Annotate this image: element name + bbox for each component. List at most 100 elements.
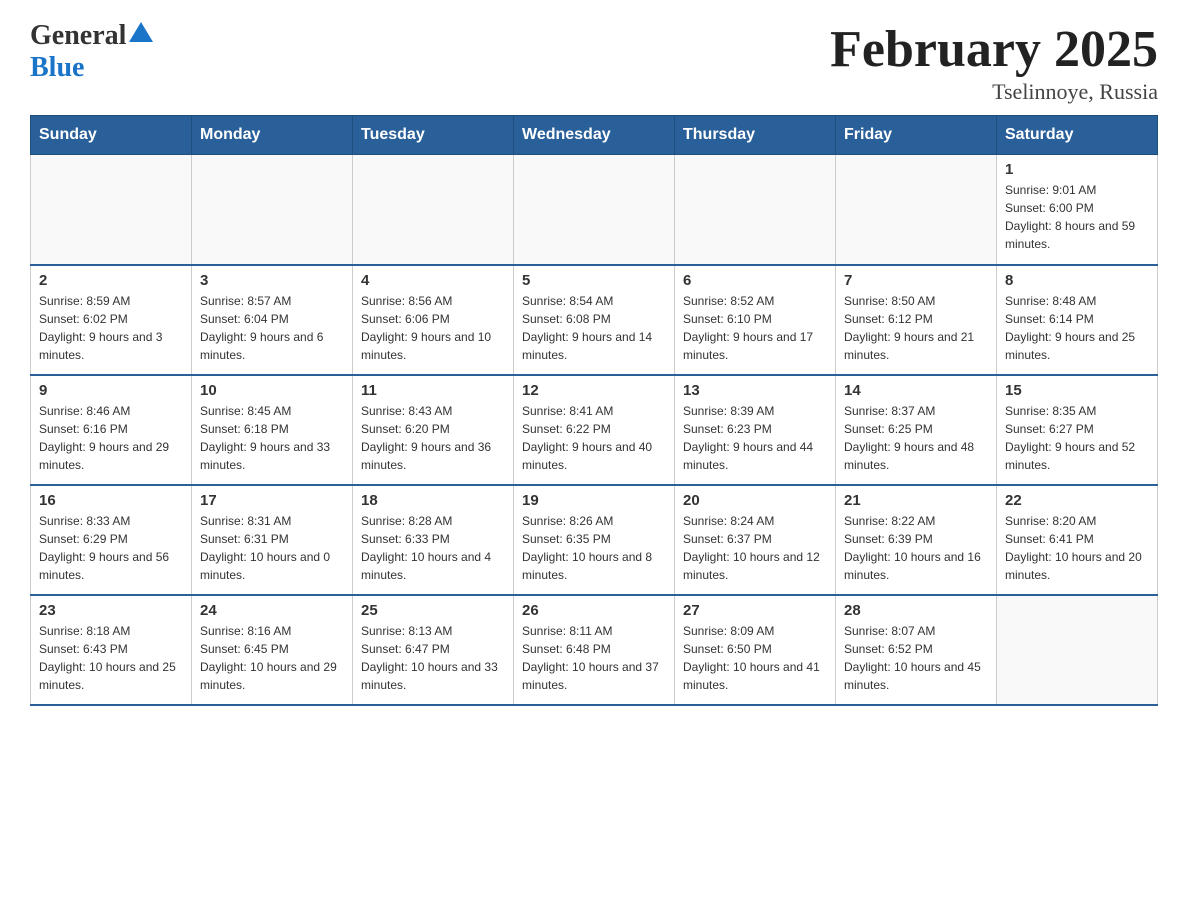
day-cell-0-5 [836,155,997,265]
day-info: Sunrise: 8:13 AM Sunset: 6:47 PM Dayligh… [361,622,505,694]
day-info: Sunrise: 8:33 AM Sunset: 6:29 PM Dayligh… [39,512,183,584]
day-cell-4-1: 24 Sunrise: 8:16 AM Sunset: 6:45 PM Dayli… [192,595,353,705]
logo-triangle-icon [129,22,153,42]
day-number: 24 [200,602,344,619]
day-cell-1-0: 2 Sunrise: 8:59 AM Sunset: 6:02 PM Daylig… [31,265,192,375]
day-cell-2-1: 10 Sunrise: 8:45 AM Sunset: 6:18 PM Dayli… [192,375,353,485]
day-number: 4 [361,272,505,289]
day-number: 28 [844,602,988,619]
day-cell-3-3: 19Sunrise: 8:26 AM Sunset: 6:35 PM Dayli… [514,485,675,595]
day-number: 21 [844,492,988,509]
week-row-3: 9Sunrise: 8:46 AM Sunset: 6:16 PM Daylig… [31,375,1158,485]
day-info: Sunrise: 8:35 AM Sunset: 6:27 PM Dayligh… [1005,402,1149,474]
header-monday: Monday [192,116,353,155]
day-info: Sunrise: 8:41 AM Sunset: 6:22 PM Dayligh… [522,402,666,474]
week-row-2: 2 Sunrise: 8:59 AM Sunset: 6:02 PM Daylig… [31,265,1158,375]
day-number: 3 [200,272,344,289]
day-info: Sunrise: 9:01 AM Sunset: 6:00 PM Dayligh… [1005,181,1149,253]
day-info: Sunrise: 8:22 AM Sunset: 6:39 PM Dayligh… [844,512,988,584]
day-number: 17 [200,492,344,509]
day-number: 26 [522,602,666,619]
header-friday: Friday [836,116,997,155]
day-info: Sunrise: 8:18 AM Sunset: 6:43 PM Dayligh… [39,622,183,694]
day-cell-4-3: 26 Sunrise: 8:11 AM Sunset: 6:48 PM Dayli… [514,595,675,705]
day-number: 9 [39,382,183,399]
day-number: 14 [844,382,988,399]
day-cell-1-4: 6 Sunrise: 8:52 AM Sunset: 6:10 PM Daylig… [675,265,836,375]
day-cell-2-2: 11 Sunrise: 8:43 AM Sunset: 6:20 PM Dayli… [353,375,514,485]
day-number: 8 [1005,272,1149,289]
day-info: Sunrise: 8:54 AM Sunset: 6:08 PM Dayligh… [522,292,666,364]
day-cell-3-6: 22 Sunrise: 8:20 AM Sunset: 6:41 PM Dayli… [997,485,1158,595]
calendar-table: Sunday Monday Tuesday Wednesday Thursday… [30,115,1158,706]
day-cell-0-4 [675,155,836,265]
day-cell-2-6: 15Sunrise: 8:35 AM Sunset: 6:27 PM Dayli… [997,375,1158,485]
day-cell-1-3: 5 Sunrise: 8:54 AM Sunset: 6:08 PM Daylig… [514,265,675,375]
day-info: Sunrise: 8:07 AM Sunset: 6:52 PM Dayligh… [844,622,988,694]
day-number: 23 [39,602,183,619]
day-cell-2-4: 13Sunrise: 8:39 AM Sunset: 6:23 PM Dayli… [675,375,836,485]
logo-general-text: General [30,20,126,52]
day-cell-4-4: 27 Sunrise: 8:09 AM Sunset: 6:50 PM Dayli… [675,595,836,705]
header-saturday: Saturday [997,116,1158,155]
day-number: 25 [361,602,505,619]
day-header-row: Sunday Monday Tuesday Wednesday Thursday… [31,116,1158,155]
day-number: 27 [683,602,827,619]
day-info: Sunrise: 8:09 AM Sunset: 6:50 PM Dayligh… [683,622,827,694]
day-info: Sunrise: 8:48 AM Sunset: 6:14 PM Dayligh… [1005,292,1149,364]
header-thursday: Thursday [675,116,836,155]
day-info: Sunrise: 8:59 AM Sunset: 6:02 PM Dayligh… [39,292,183,364]
day-cell-4-6 [997,595,1158,705]
day-number: 13 [683,382,827,399]
day-number: 11 [361,382,505,399]
page-header: General Blue February 2025 Tselinnoye, R… [30,20,1158,105]
day-cell-1-6: 8 Sunrise: 8:48 AM Sunset: 6:14 PM Daylig… [997,265,1158,375]
week-row-1: 1Sunrise: 9:01 AM Sunset: 6:00 PM Daylig… [31,155,1158,265]
day-cell-2-5: 14 Sunrise: 8:37 AM Sunset: 6:25 PM Dayli… [836,375,997,485]
day-cell-2-0: 9Sunrise: 8:46 AM Sunset: 6:16 PM Daylig… [31,375,192,485]
header-tuesday: Tuesday [353,116,514,155]
day-number: 10 [200,382,344,399]
day-cell-0-6: 1Sunrise: 9:01 AM Sunset: 6:00 PM Daylig… [997,155,1158,265]
day-cell-0-2 [353,155,514,265]
day-info: Sunrise: 8:26 AM Sunset: 6:35 PM Dayligh… [522,512,666,584]
day-cell-0-3 [514,155,675,265]
day-info: Sunrise: 8:11 AM Sunset: 6:48 PM Dayligh… [522,622,666,694]
location-subtitle: Tselinnoye, Russia [830,79,1158,105]
day-info: Sunrise: 8:20 AM Sunset: 6:41 PM Dayligh… [1005,512,1149,584]
day-cell-1-1: 3Sunrise: 8:57 AM Sunset: 6:04 PM Daylig… [192,265,353,375]
logo: General Blue [30,20,156,84]
day-number: 6 [683,272,827,289]
day-number: 22 [1005,492,1149,509]
day-cell-3-2: 18 Sunrise: 8:28 AM Sunset: 6:33 PM Dayli… [353,485,514,595]
day-cell-3-5: 21 Sunrise: 8:22 AM Sunset: 6:39 PM Dayli… [836,485,997,595]
day-info: Sunrise: 8:16 AM Sunset: 6:45 PM Dayligh… [200,622,344,694]
day-cell-4-5: 28 Sunrise: 8:07 AM Sunset: 6:52 PM Dayli… [836,595,997,705]
day-number: 7 [844,272,988,289]
title-block: February 2025 Tselinnoye, Russia [830,20,1158,105]
day-info: Sunrise: 8:52 AM Sunset: 6:10 PM Dayligh… [683,292,827,364]
day-info: Sunrise: 8:45 AM Sunset: 6:18 PM Dayligh… [200,402,344,474]
day-cell-4-0: 23 Sunrise: 8:18 AM Sunset: 6:43 PM Dayli… [31,595,192,705]
week-row-4: 16 Sunrise: 8:33 AM Sunset: 6:29 PM Dayli… [31,485,1158,595]
day-cell-3-0: 16 Sunrise: 8:33 AM Sunset: 6:29 PM Dayli… [31,485,192,595]
day-number: 18 [361,492,505,509]
calendar-body: 1Sunrise: 9:01 AM Sunset: 6:00 PM Daylig… [31,155,1158,705]
day-info: Sunrise: 8:43 AM Sunset: 6:20 PM Dayligh… [361,402,505,474]
day-info: Sunrise: 8:24 AM Sunset: 6:37 PM Dayligh… [683,512,827,584]
day-number: 5 [522,272,666,289]
header-sunday: Sunday [31,116,192,155]
day-cell-1-5: 7 Sunrise: 8:50 AM Sunset: 6:12 PM Daylig… [836,265,997,375]
day-number: 2 [39,272,183,289]
day-info: Sunrise: 8:50 AM Sunset: 6:12 PM Dayligh… [844,292,988,364]
day-info: Sunrise: 8:56 AM Sunset: 6:06 PM Dayligh… [361,292,505,364]
day-number: 16 [39,492,183,509]
day-number: 12 [522,382,666,399]
day-info: Sunrise: 8:37 AM Sunset: 6:25 PM Dayligh… [844,402,988,474]
day-cell-1-2: 4 Sunrise: 8:56 AM Sunset: 6:06 PM Daylig… [353,265,514,375]
day-number: 20 [683,492,827,509]
day-cell-4-2: 25 Sunrise: 8:13 AM Sunset: 6:47 PM Dayli… [353,595,514,705]
day-cell-3-1: 17 Sunrise: 8:31 AM Sunset: 6:31 PM Dayli… [192,485,353,595]
day-info: Sunrise: 8:31 AM Sunset: 6:31 PM Dayligh… [200,512,344,584]
day-info: Sunrise: 8:28 AM Sunset: 6:33 PM Dayligh… [361,512,505,584]
